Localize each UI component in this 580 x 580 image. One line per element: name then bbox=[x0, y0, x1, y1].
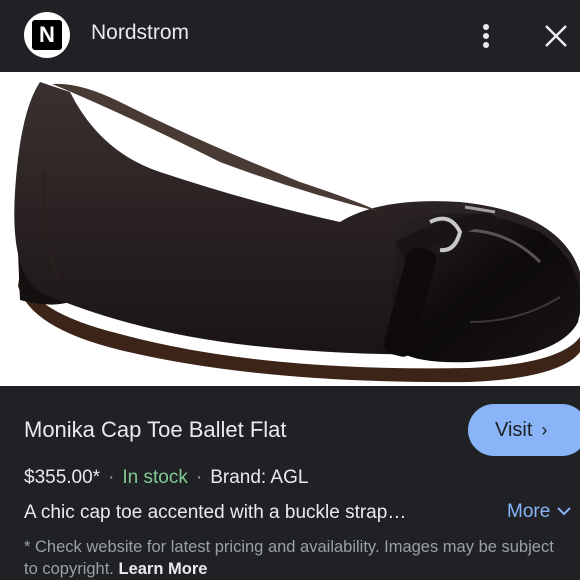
header-bar: N Nordstrom bbox=[0, 0, 580, 72]
more-vert-icon[interactable] bbox=[472, 20, 500, 52]
price: $355.00* bbox=[24, 467, 101, 488]
disclaimer: * Check website for latest pricing and a… bbox=[24, 536, 554, 580]
product-image[interactable] bbox=[0, 72, 580, 386]
close-icon[interactable] bbox=[540, 20, 572, 52]
product-description: A chic cap toe accented with a buckle st… bbox=[24, 502, 407, 523]
disclaimer-text: * Check website for latest pricing and a… bbox=[24, 538, 554, 578]
separator-dot: · bbox=[195, 467, 203, 488]
site-name[interactable]: Nordstrom bbox=[91, 21, 189, 45]
separator-dot: · bbox=[108, 467, 115, 488]
product-title[interactable]: Monika Cap Toe Ballet Flat bbox=[24, 417, 287, 443]
stock-status: In stock bbox=[122, 467, 188, 488]
chevron-down-icon bbox=[556, 501, 572, 523]
brand: Brand: AGL bbox=[210, 467, 309, 488]
more-button[interactable]: More bbox=[507, 501, 572, 523]
learn-more-link[interactable]: Learn More bbox=[118, 560, 207, 578]
product-meta: $355.00* · In stock · Brand: AGL bbox=[24, 467, 308, 489]
logo-letter: N bbox=[32, 20, 62, 50]
chevron-right-icon: › bbox=[541, 419, 548, 440]
site-logo[interactable]: N bbox=[24, 12, 70, 58]
visit-label: Visit bbox=[495, 418, 533, 441]
visit-button[interactable]: Visit › bbox=[468, 404, 580, 456]
more-label: More bbox=[507, 501, 551, 522]
